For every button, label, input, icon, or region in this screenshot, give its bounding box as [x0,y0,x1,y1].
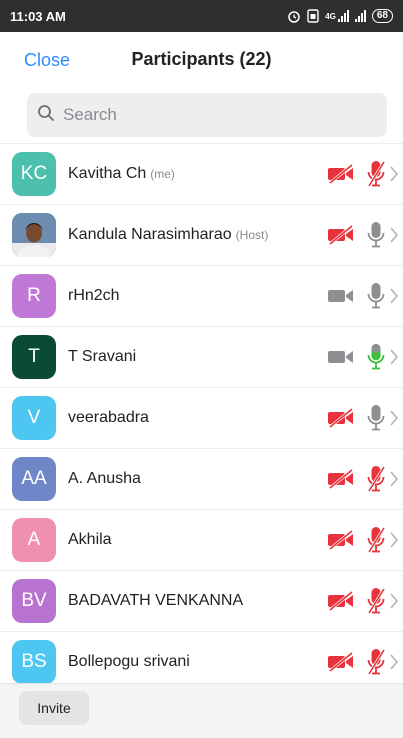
chevron-right-icon[interactable] [389,410,399,426]
chevron-right-icon[interactable] [389,349,399,365]
participant-name: rHn2ch [68,287,120,304]
participant-row[interactable]: T T Sravani [0,327,403,388]
participant-row[interactable]: Kandula Narasimharao (Host) [0,205,403,266]
chevron-right-icon[interactable] [389,288,399,304]
video-off-icon [327,224,355,246]
participant-role: (Host) [235,228,269,242]
mic-muted-icon [365,464,387,494]
participant-name: Kandula Narasimharao [68,226,232,243]
video-off-icon [327,651,355,673]
participant-list[interactable]: KC Kavitha Ch (me) Kandula Narasimharao (Hos… [0,143,403,683]
avatar: V [12,396,56,440]
video-on-icon [327,285,355,307]
video-off-icon [327,407,355,429]
battery-level: 68 [371,9,393,23]
invite-button[interactable]: Invite [19,691,89,725]
search-input[interactable] [63,105,363,125]
participant-name: A. Anusha [68,470,141,487]
mic-icon [365,403,387,433]
chevron-right-icon[interactable] [389,654,399,670]
chevron-right-icon[interactable] [389,166,399,182]
search-box[interactable] [27,93,387,137]
mic-muted-icon [365,586,387,616]
participant-name: BADAVATH VENKANNA [68,592,244,609]
participant-name-wrap: Akhila [68,531,112,549]
participant-role: (me) [150,167,175,181]
chevron-right-icon[interactable] [389,532,399,548]
participant-row[interactable]: RrHn2ch [0,266,403,327]
video-off-icon [327,468,355,490]
video-off-icon [327,163,355,185]
participant-row[interactable]: A Akhila [0,510,403,571]
avatar [12,213,56,257]
participant-name: veerabadra [68,409,149,426]
mic-muted-icon [365,647,387,677]
mic-muted-icon [365,525,387,555]
avatar: T [12,335,56,379]
participant-name-wrap: Kavitha Ch (me) [68,165,175,183]
avatar: AA [12,457,56,501]
mic-icon [365,281,387,311]
search-section [0,88,403,144]
participant-row[interactable]: AA A. Anusha [0,449,403,510]
footer: Invite [0,683,403,738]
participant-name-wrap: T Sravani [68,348,136,366]
avatar: A [12,518,56,562]
participant-name-wrap: Bollepogu srivani [68,653,190,671]
status-time: 11:03 AM [10,8,66,24]
participant-row[interactable]: KC Kavitha Ch (me) [0,144,403,205]
participant-name-wrap: rHn2ch [68,287,120,305]
signal-icon-2 [354,10,366,22]
participant-name: Kavitha Ch [68,165,147,182]
participant-name: T Sravani [68,348,137,365]
chevron-right-icon[interactable] [389,227,399,243]
participant-row[interactable]: Vveerabadra [0,388,403,449]
participant-name-wrap: Kandula Narasimharao (Host) [68,226,268,244]
status-icons: 4G 68 [287,9,393,23]
participant-name-wrap: veerabadra [68,409,149,427]
network-type: 4G [325,11,336,21]
sim-icon [307,9,319,23]
avatar: BV [12,579,56,623]
status-bar: 11:03 AM 4G 68 [0,0,403,32]
mic-muted-icon [365,159,387,189]
participant-name: Bollepogu srivani [68,653,190,670]
participant-row[interactable]: BS Bollepogu srivani [0,632,403,683]
chevron-right-icon[interactable] [389,593,399,609]
video-on-icon [327,346,355,368]
avatar: R [12,274,56,318]
avatar: BS [12,640,56,683]
signal-icon [337,10,349,22]
search-icon [37,104,55,127]
alarm-icon [287,9,301,23]
participant-row[interactable]: BV BADAVATH VENKANNA [0,571,403,632]
participant-name: Akhila [68,531,112,548]
participant-name-wrap: A. Anusha [68,470,141,488]
video-off-icon [327,590,355,612]
header: Close Participants (22) [0,32,403,88]
chevron-right-icon[interactable] [389,471,399,487]
page-title: Participants (22) [131,49,272,69]
video-off-icon [327,529,355,551]
mic-icon [365,220,387,250]
mic-speaking-icon [365,342,387,372]
avatar: KC [12,152,56,196]
participant-name-wrap: BADAVATH VENKANNA [68,592,243,610]
